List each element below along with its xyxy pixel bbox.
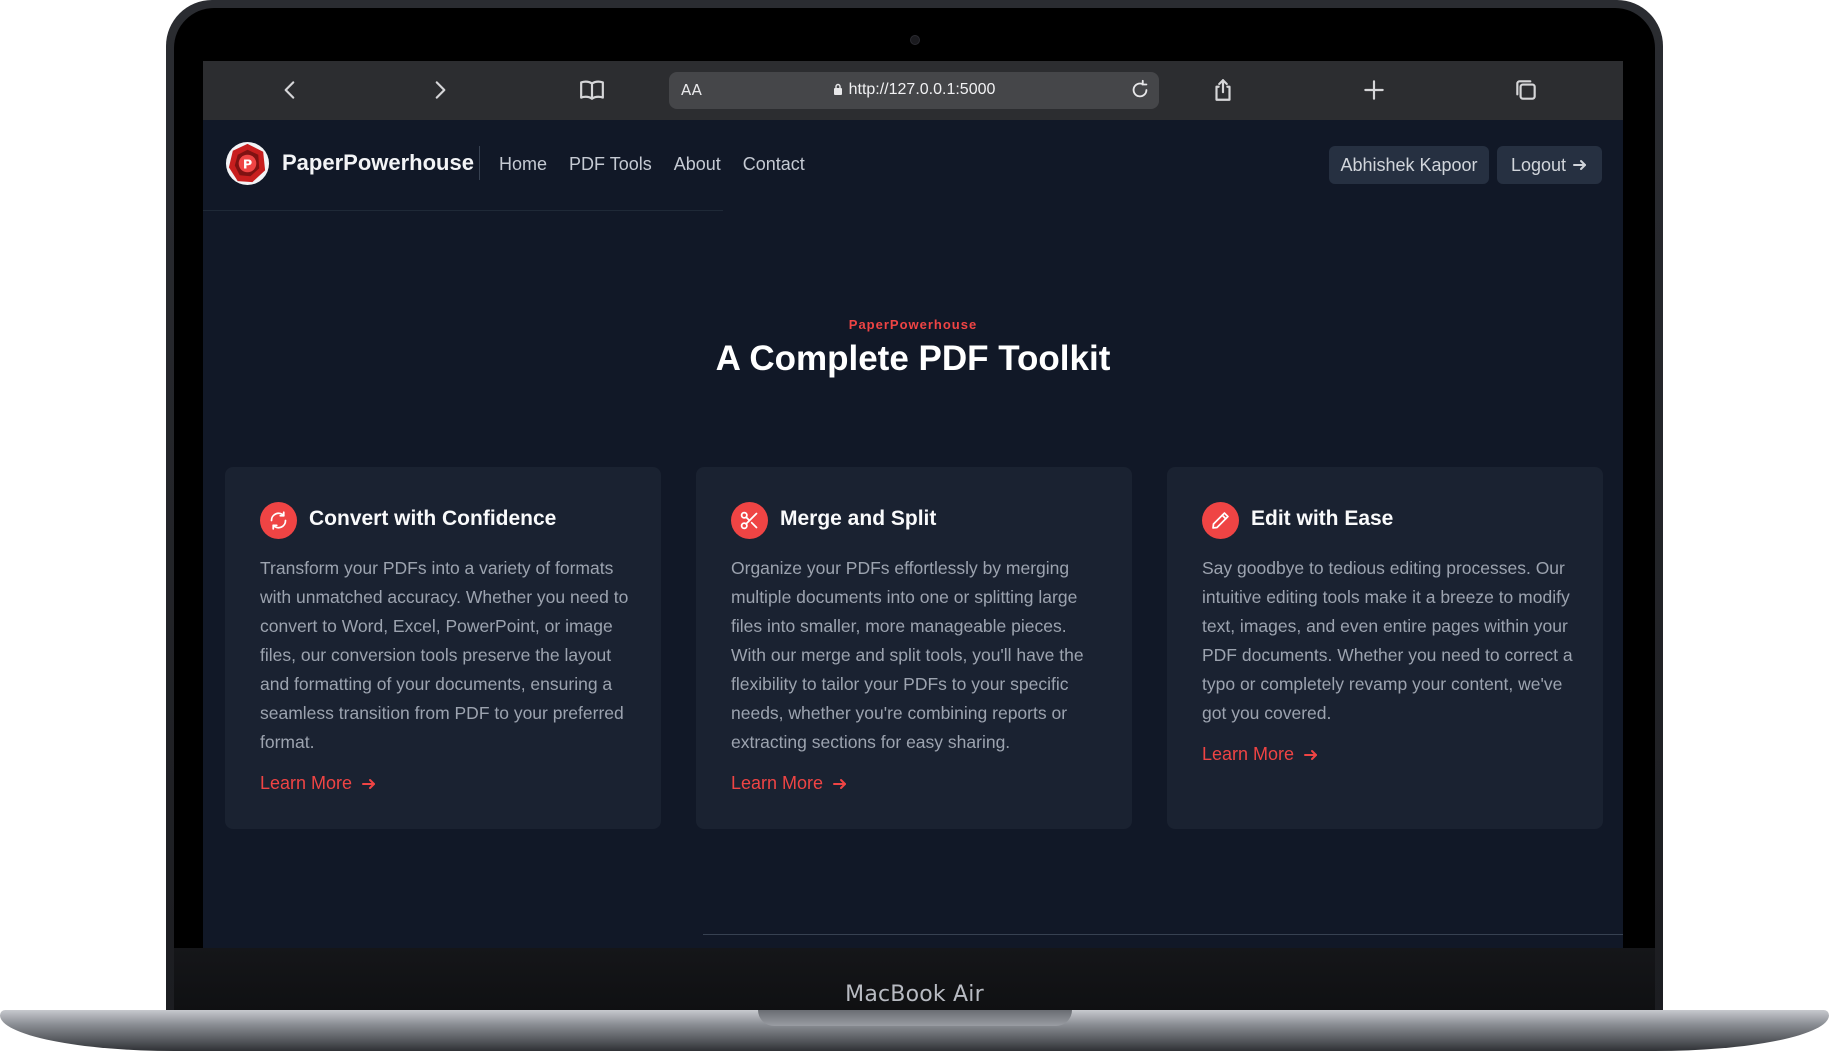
browser-toolbar: AA http://127.0.0.1:5000 [203, 61, 1623, 120]
reload-icon[interactable] [1129, 79, 1151, 101]
footer-divider [703, 934, 1623, 935]
learn-more-label: Learn More [731, 773, 824, 793]
nav-home-link[interactable]: Home [499, 154, 547, 175]
learn-more-link[interactable]: Learn More [731, 773, 848, 794]
feature-card-merge-split: Merge and Split Organize your PDFs effor… [696, 467, 1132, 829]
card-body: Transform your PDFs into a variety of fo… [260, 558, 629, 752]
arrow-right-icon [362, 778, 376, 789]
learn-more-link[interactable]: Learn More [1202, 744, 1319, 765]
logout-label: Logout [1510, 154, 1567, 175]
brand[interactable]: P PaperPowerhouse [225, 140, 474, 186]
hero-eyebrow: PaperPowerhouse [848, 317, 978, 332]
screen: AA http://127.0.0.1:5000 P PaperPowerhou… [203, 61, 1623, 948]
nav-links: Home PDF Tools About Contact [499, 154, 805, 175]
scissors-icon [731, 502, 768, 539]
user-name-button[interactable]: Abhishek Kapoor [1329, 146, 1489, 184]
chevron-right-icon[interactable] [425, 75, 455, 105]
nav-pdf-tools-link[interactable]: PDF Tools [569, 154, 652, 175]
laptop-base-notch [758, 1010, 1072, 1026]
svg-text:P: P [243, 156, 252, 171]
url-text: http://127.0.0.1:5000 [848, 81, 996, 98]
card-body: Organize your PDFs effortlessly by mergi… [731, 558, 1084, 752]
site-navbar: P PaperPowerhouse Home PDF Tools About C… [203, 120, 1623, 211]
card-title: Merge and Split [780, 507, 937, 530]
nav-about-link[interactable]: About [674, 154, 721, 175]
device-model-label: MacBook Air [845, 982, 984, 1007]
url-display: http://127.0.0.1:5000 [669, 81, 1159, 99]
nav-divider [203, 210, 723, 211]
pencil-icon [1202, 502, 1239, 539]
learn-more-link[interactable]: Learn More [260, 773, 377, 794]
arrow-right-icon [833, 778, 847, 789]
learn-more-label: Learn More [260, 773, 353, 793]
brand-logo-icon: P [225, 141, 270, 185]
chevron-left-icon[interactable] [275, 75, 305, 105]
card-title: Convert with Confidence [309, 507, 557, 530]
hero-title: A Complete PDF Toolkit [715, 339, 1111, 378]
brand-name: PaperPowerhouse [282, 150, 474, 175]
learn-more-label: Learn More [1202, 744, 1295, 764]
nav-separator [479, 146, 480, 180]
arrow-right-icon [1573, 160, 1587, 170]
lock-icon [833, 83, 842, 95]
book-icon[interactable] [577, 75, 607, 105]
logout-button[interactable]: Logout [1497, 146, 1602, 184]
plus-icon[interactable] [1359, 75, 1389, 105]
feature-card-convert: Convert with Confidence Transform your P… [225, 467, 661, 829]
camera-icon [910, 35, 920, 45]
tabs-icon[interactable] [1511, 75, 1541, 105]
feature-card-edit: Edit with Ease Say goodbye to tedious ed… [1167, 467, 1603, 829]
share-icon[interactable] [1208, 75, 1238, 105]
arrow-right-icon [1304, 749, 1318, 760]
card-title: Edit with Ease [1251, 507, 1394, 530]
address-bar[interactable]: AA http://127.0.0.1:5000 [669, 72, 1159, 109]
card-body: Say goodbye to tedious editing processes… [1202, 558, 1573, 723]
nav-contact-link[interactable]: Contact [743, 154, 805, 175]
refresh-icon [260, 502, 297, 539]
